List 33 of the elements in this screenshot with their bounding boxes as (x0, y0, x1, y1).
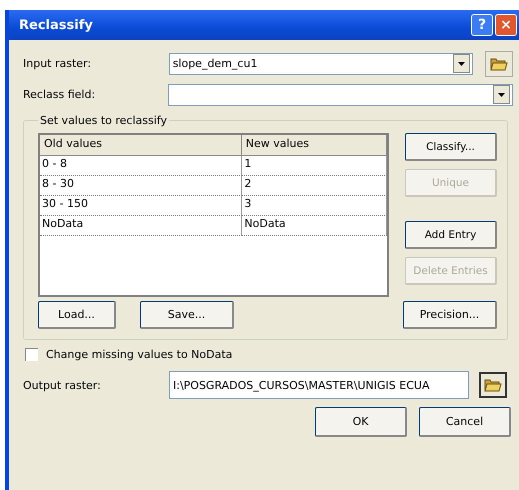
field-label: Output raster: (23, 378, 102, 392)
field-label: Reclass field: (23, 88, 96, 101)
checkbox-label: Change missing values to NoData (46, 348, 232, 361)
field-label: Input raster: (23, 57, 92, 70)
column-header[interactable]: New values (242, 135, 387, 156)
column-header[interactable]: Old values (40, 135, 242, 156)
folder-icon (490, 56, 508, 72)
group-title: Set values to reclassify (39, 114, 168, 127)
table-cell[interactable]: 8 - 30 (40, 176, 242, 196)
close-button[interactable]: × (495, 14, 517, 36)
window-title: Reclassify (19, 18, 93, 32)
open-folder-button[interactable] (479, 372, 507, 398)
action-button[interactable]: Classify... (405, 133, 497, 161)
table-cell[interactable]: 2 (242, 176, 387, 196)
open-folder-button[interactable] (485, 50, 513, 76)
table-cell[interactable]: NoData (242, 216, 387, 236)
help-button[interactable]: ? (471, 14, 493, 36)
action-button[interactable]: Save... (140, 301, 234, 329)
table-cell[interactable]: 0 - 8 (40, 156, 242, 176)
folder-icon (484, 377, 502, 393)
output-raster-field[interactable]: I:\POSGRADOS_CURSOS\MASTER\UNIGIS ECUA (169, 371, 469, 399)
precision-button[interactable]: Precision... (403, 301, 497, 329)
table-cell[interactable]: 1 (242, 156, 387, 176)
reclass-field-dropdown[interactable] (168, 84, 513, 106)
input-raster-dropdown[interactable]: slope_dem_cu1 (168, 52, 474, 74)
checkbox[interactable] (25, 348, 38, 361)
action-button[interactable]: Load... (38, 301, 116, 329)
cancel-button[interactable]: Cancel (419, 407, 511, 437)
ok-button[interactable]: OK (315, 407, 407, 437)
table-cell[interactable]: 3 (242, 196, 387, 216)
table-cell[interactable]: NoData (40, 216, 242, 236)
action-button[interactable]: Add Entry (405, 221, 497, 249)
table-cell[interactable]: 30 - 150 (40, 196, 242, 216)
